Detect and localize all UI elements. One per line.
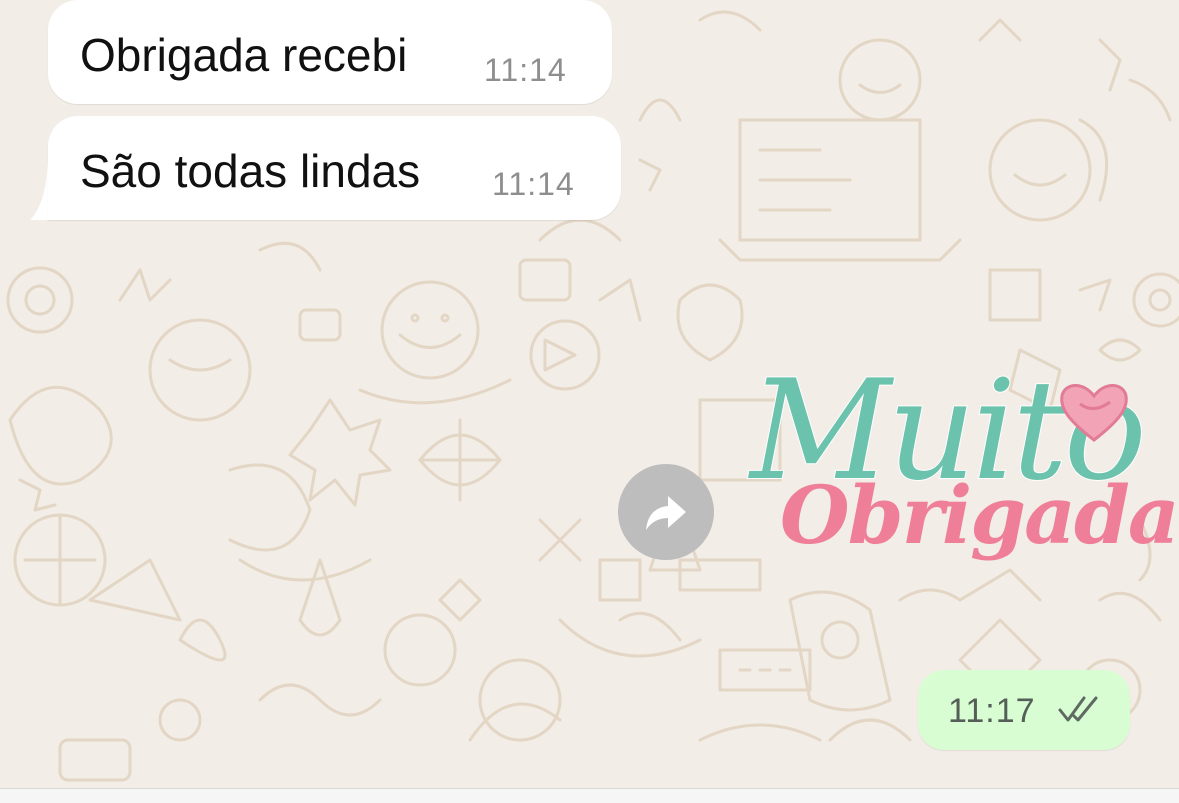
forward-button[interactable] (618, 464, 714, 560)
sticker-muito-obrigada[interactable]: Muito Obrigada! (740, 349, 1179, 590)
forward-arrow-icon (646, 496, 686, 530)
heart-icon (1060, 384, 1128, 442)
input-bar-edge (0, 788, 1179, 803)
message-text: Obrigada recebi (80, 29, 408, 81)
message-time: 11:14 (484, 52, 567, 88)
message-text: São todas lindas (80, 145, 421, 197)
message-time: 11:17 (948, 692, 1036, 730)
outgoing-message[interactable]: 11:17 (918, 670, 1130, 750)
incoming-message[interactable]: Obrigada recebi 11:14 (48, 0, 612, 104)
message-time: 11:14 (492, 166, 575, 202)
double-check-read-icon (1058, 696, 1098, 722)
sticker-text-line2: Obrigada! (780, 468, 1179, 562)
incoming-message[interactable]: São todas lindas 11:14 (48, 116, 621, 220)
